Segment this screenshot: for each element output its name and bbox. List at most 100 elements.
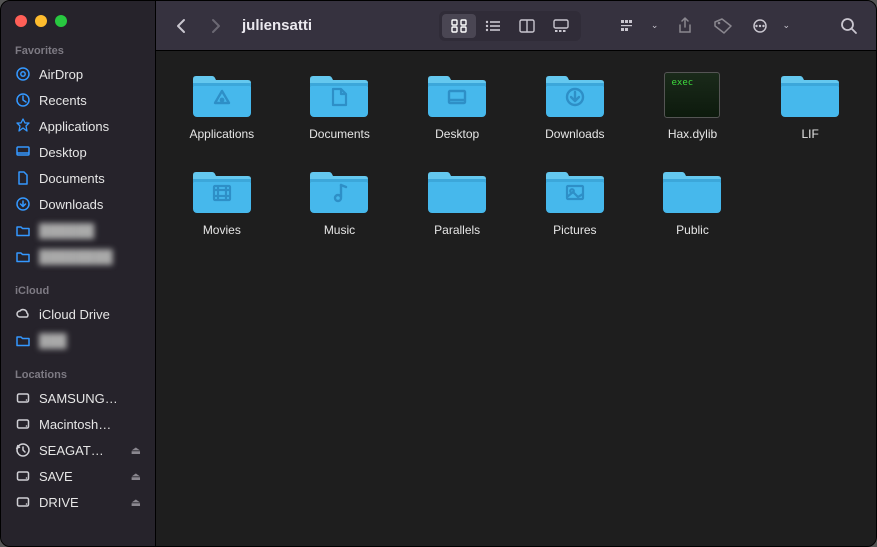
group-by-button[interactable] bbox=[615, 12, 645, 40]
chevron-down-icon: ⌄ bbox=[782, 20, 790, 31]
sidebar-item[interactable]: ███ bbox=[1, 327, 155, 353]
finder-window: Favorites AirDrop Recents Applications Deskt… bbox=[0, 0, 877, 547]
file-item[interactable]: Parallels bbox=[403, 165, 511, 237]
eject-icon[interactable]: ⏏ bbox=[131, 496, 141, 509]
sidebar-section-header: Favorites bbox=[1, 39, 155, 61]
file-item[interactable]: Downloads bbox=[521, 69, 629, 141]
file-item[interactable]: Documents bbox=[286, 69, 394, 141]
eject-icon[interactable]: ⏏ bbox=[131, 444, 141, 457]
view-gallery-button[interactable] bbox=[544, 14, 578, 38]
file-label: Pictures bbox=[553, 223, 596, 237]
sidebar-item[interactable]: iCloud Drive bbox=[1, 301, 155, 327]
doc-icon bbox=[15, 170, 31, 186]
back-button[interactable] bbox=[168, 12, 194, 40]
sidebar-item[interactable]: Downloads bbox=[1, 191, 155, 217]
file-grid-area: Applications Documents Desktop Downloads… bbox=[156, 51, 876, 546]
download-icon bbox=[15, 196, 31, 212]
toolbar: juliensatti ⌄ bbox=[156, 1, 876, 51]
sidebar: Favorites AirDrop Recents Applications Deskt… bbox=[1, 1, 156, 546]
file-item[interactable]: Hax.dylib bbox=[639, 69, 747, 141]
disk-icon bbox=[15, 494, 31, 510]
file-item[interactable]: LIF bbox=[756, 69, 864, 141]
sidebar-item-label: Desktop bbox=[39, 145, 87, 160]
sidebar-section-header: iCloud bbox=[1, 279, 155, 301]
appgrid-icon bbox=[15, 118, 31, 134]
sidebar-item-label: SAMSUNG… bbox=[39, 391, 118, 406]
folder-icon bbox=[424, 165, 490, 217]
file-label: Downloads bbox=[545, 127, 604, 141]
folder-icon bbox=[542, 165, 608, 217]
minimize-window-button[interactable] bbox=[35, 15, 47, 27]
file-item[interactable]: Movies bbox=[168, 165, 276, 237]
main-pane: juliensatti ⌄ bbox=[156, 1, 876, 546]
sidebar-item-label: AirDrop bbox=[39, 67, 83, 82]
view-icon-button[interactable] bbox=[442, 14, 476, 38]
file-label: Applications bbox=[189, 127, 254, 141]
file-label: Desktop bbox=[435, 127, 479, 141]
cloud-icon bbox=[15, 306, 31, 322]
file-label: Public bbox=[676, 223, 709, 237]
sidebar-item[interactable]: ████████ bbox=[1, 243, 155, 269]
share-button[interactable] bbox=[670, 12, 700, 40]
sidebar-item-label: ███ bbox=[39, 333, 67, 348]
file-item[interactable]: Music bbox=[286, 165, 394, 237]
view-list-button[interactable] bbox=[476, 14, 510, 38]
sidebar-item[interactable]: AirDrop bbox=[1, 61, 155, 87]
desktop-icon bbox=[15, 144, 31, 160]
zoom-window-button[interactable] bbox=[55, 15, 67, 27]
sidebar-item-label: iCloud Drive bbox=[39, 307, 110, 322]
view-column-button[interactable] bbox=[510, 14, 544, 38]
file-item[interactable]: Desktop bbox=[403, 69, 511, 141]
sidebar-item-label: Applications bbox=[39, 119, 109, 134]
timemachine-icon bbox=[15, 442, 31, 458]
folder-icon bbox=[15, 222, 31, 238]
sidebar-item[interactable]: SEAGAT… ⏏ bbox=[1, 437, 155, 463]
clock-icon bbox=[15, 92, 31, 108]
search-button[interactable] bbox=[834, 12, 864, 40]
sidebar-item-label: ████████ bbox=[39, 249, 113, 264]
sidebar-item[interactable]: Documents bbox=[1, 165, 155, 191]
sidebar-item[interactable]: SAMSUNG… bbox=[1, 385, 155, 411]
sidebar-item[interactable]: Macintosh… bbox=[1, 411, 155, 437]
window-title: juliensatti bbox=[242, 17, 312, 34]
disk-icon bbox=[15, 416, 31, 432]
sidebar-item-label: SAVE bbox=[39, 469, 73, 484]
folder-icon bbox=[189, 165, 255, 217]
file-label: Music bbox=[324, 223, 355, 237]
sidebar-item-label: DRIVE bbox=[39, 495, 79, 510]
sidebar-item[interactable]: SAVE ⏏ bbox=[1, 463, 155, 489]
close-window-button[interactable] bbox=[15, 15, 27, 27]
eject-icon[interactable]: ⏏ bbox=[131, 470, 141, 483]
sidebar-item[interactable]: Recents bbox=[1, 87, 155, 113]
file-item[interactable]: Public bbox=[639, 165, 747, 237]
folder-icon bbox=[15, 332, 31, 348]
folder-icon bbox=[15, 248, 31, 264]
sidebar-item[interactable]: ██████ bbox=[1, 217, 155, 243]
folder-icon bbox=[306, 69, 372, 121]
file-item[interactable]: Applications bbox=[168, 69, 276, 141]
file-label: Documents bbox=[309, 127, 370, 141]
tags-button[interactable] bbox=[708, 12, 738, 40]
traffic-lights bbox=[1, 11, 155, 39]
folder-icon bbox=[424, 69, 490, 121]
folder-icon bbox=[189, 69, 255, 121]
sidebar-item[interactable]: Desktop bbox=[1, 139, 155, 165]
forward-button[interactable] bbox=[202, 12, 228, 40]
airdrop-icon bbox=[15, 66, 31, 82]
file-label: Movies bbox=[203, 223, 241, 237]
disk-icon bbox=[15, 390, 31, 406]
view-switcher bbox=[439, 11, 581, 41]
action-button[interactable] bbox=[746, 12, 776, 40]
sidebar-item-label: SEAGAT… bbox=[39, 443, 104, 458]
file-item[interactable]: Pictures bbox=[521, 165, 629, 237]
sidebar-item-label: Downloads bbox=[39, 197, 103, 212]
sidebar-item-label: Macintosh… bbox=[39, 417, 111, 432]
sidebar-item[interactable]: Applications bbox=[1, 113, 155, 139]
file-label: LIF bbox=[801, 127, 818, 141]
sidebar-item[interactable]: DRIVE ⏏ bbox=[1, 489, 155, 515]
file-label: Parallels bbox=[434, 223, 480, 237]
folder-icon bbox=[306, 165, 372, 217]
sidebar-item-label: Documents bbox=[39, 171, 105, 186]
folder-icon bbox=[777, 69, 843, 121]
file-label: Hax.dylib bbox=[668, 127, 717, 141]
